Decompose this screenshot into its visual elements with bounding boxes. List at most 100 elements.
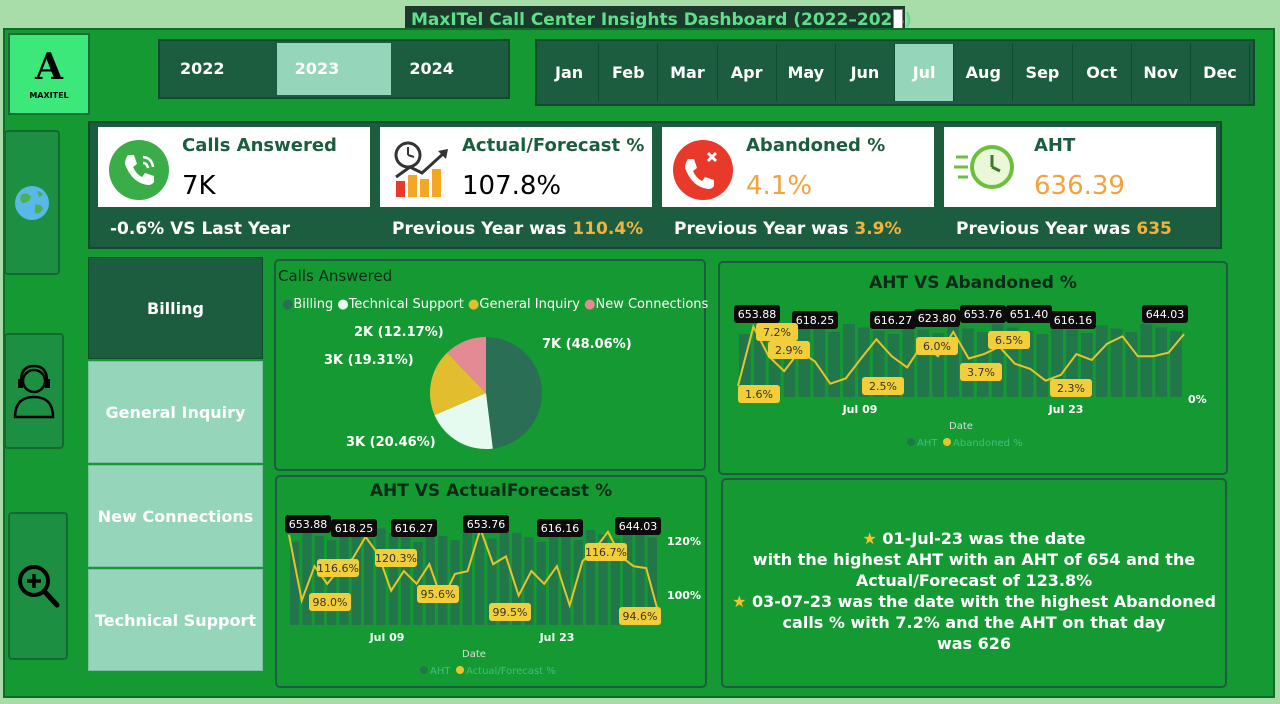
pie-legend: ●Billing ●Technical Support ●General Inq… [282,297,708,312]
pct-label-text: 116.7% [585,546,627,559]
pie-slice-billing[interactable] [486,337,542,449]
category-technical-support-button[interactable]: Technical Support [88,569,263,671]
aht-bar[interactable] [561,535,571,625]
aht-bar[interactable] [462,529,472,625]
y-tick-label: 0% [1188,393,1207,406]
pct-data-label: 116.6% [317,559,359,577]
aht-data-label: 653.76 [463,515,509,533]
insight-line: ★ 03-07-23 was the date with the highest… [723,591,1225,612]
month-mar-button[interactable]: Mar [658,44,718,101]
aht-label-text: 618.25 [796,314,835,327]
logo-mark-icon: A [35,45,63,88]
aht-bar[interactable] [828,331,841,397]
month-may-button[interactable]: May [777,44,836,101]
year-2022-button[interactable]: 2022 [162,43,277,95]
aht-data-label: 618.25 [331,519,377,537]
category-general-inquiry-button[interactable]: General Inquiry [88,361,263,463]
aht-bar[interactable] [947,325,959,397]
pct-label-text: 116.6% [317,562,359,575]
cursor-indicator [893,9,903,29]
aht-bar[interactable] [388,532,398,625]
insight-text: calls % with 7.2% and the AHT on that da… [782,613,1166,632]
insight-card: ★ 01-Jul-23 was the date with the highes… [721,478,1227,688]
kpi-footer-highlight: 3.9% [854,219,902,239]
category-new-connections-button[interactable]: New Connections [88,465,263,567]
pie-label-new-connections: 2K (12.17%) [354,325,444,340]
legend-item: AHT [917,438,938,449]
x-axis-label: Date [949,421,973,432]
aht-data-label: 618.25 [792,311,838,329]
legend-dot-icon: ● [468,297,480,312]
aht-abandoned-chart: 653.88 618.25 616.27 623.80 653.76 651.40 616.… [734,301,1207,449]
insight-text: with the highest AHT with an AHT of 654 … [752,550,1196,569]
month-sep-button[interactable]: Sep [1013,44,1073,101]
logo-text: MAXITEL [29,90,69,100]
kpi-footer: Previous Year was 110.4% [380,207,652,247]
year-2023-button[interactable]: 2023 [276,43,392,95]
x-tick-label: Jul 23 [539,631,575,644]
pct-data-label: 95.6% [417,585,459,603]
month-aug-button[interactable]: Aug [954,44,1014,101]
zoom-in-icon [18,565,60,608]
x-tick-label: Jul 09 [842,403,878,416]
aht-label-text: 644.03 [1146,308,1185,321]
kpi-footer-text: Previous Year was [392,219,573,239]
nav-agents-button[interactable] [4,333,64,449]
month-apr-button[interactable]: Apr [718,44,777,101]
kpi-footer-text: Previous Year was [674,219,855,239]
kpi-value: 7K [182,171,216,201]
aht-data-label: 651.40 [1006,305,1052,323]
insight-text: was 626 [936,634,1012,653]
aht-data-label: 623.80 [914,309,960,327]
pie-chart [430,337,542,449]
aht-bar[interactable] [376,528,386,625]
kpi-footer-text: Previous Year was [956,219,1137,239]
nav-overview-button[interactable] [4,130,60,275]
kpi-row: Calls Answered 7K -0.6% VS Last Year Act… [88,121,1222,249]
pct-label-text: 95.6% [421,588,456,601]
kpi-calls-answered: Calls Answered 7K -0.6% VS Last Year [98,127,370,247]
aht-bar[interactable] [549,531,559,625]
aht-bar[interactable] [314,535,324,625]
legend-item: New Connections [595,297,709,312]
chart-legend: AHT Abandoned % [907,438,1023,449]
aht-bar[interactable] [1140,324,1153,397]
pct-data-label: 2.5% [862,377,904,395]
aht-bar[interactable] [475,534,485,625]
month-jul-button[interactable]: Jul [895,44,955,101]
year-2024-button[interactable]: 2024 [391,43,506,95]
phone-icon [109,140,169,200]
aht-forecast-chart: 653.88 618.25 616.27 653.76 616.16 644.03 116.… [285,515,701,677]
aht-label-text: 616.27 [874,314,913,327]
aht-bar[interactable] [1170,330,1182,397]
aht-bar[interactable] [364,538,374,625]
category-slicer: Billing General Inquiry New Connections … [88,257,265,675]
aht-data-label: 616.27 [391,519,437,537]
legend-item: General Inquiry [479,297,580,312]
aht-bar[interactable] [798,325,811,397]
category-billing-button[interactable]: Billing [88,257,263,359]
aht-bar[interactable] [573,540,583,625]
aht-bar[interactable] [902,326,915,397]
month-jan-button[interactable]: Jan [540,44,600,101]
month-oct-button[interactable]: Oct [1073,44,1132,101]
aht-label-text: 623.80 [918,312,957,325]
aht-bar[interactable] [843,324,855,397]
pct-data-label: 2.9% [768,341,810,359]
aht-forecast-panel: AHT VS ActualForecast % 653.88 618.25 616.… [275,475,707,688]
month-dec-button[interactable]: Dec [1191,44,1251,101]
kpi-aht: AHT 636.39 Previous Year was 635 [944,127,1216,247]
month-jun-button[interactable]: Jun [836,44,896,101]
aht-bar[interactable] [438,535,448,625]
aht-bar[interactable] [1095,325,1108,397]
aht-bar[interactable] [1036,334,1049,397]
kpi-title: AHT [1034,135,1076,156]
chart-legend: AHT Actual/Forecast % [420,666,556,677]
pie-chart-panel: Calls Answered ●Billing ●Technical Suppo… [274,259,708,471]
kpi-title: Abandoned % [746,135,886,156]
aht-bar[interactable] [962,328,974,397]
month-feb-button[interactable]: Feb [599,44,659,101]
aht-bar[interactable] [1155,327,1168,397]
month-nov-button[interactable]: Nov [1132,44,1191,101]
nav-details-button[interactable] [8,512,68,660]
